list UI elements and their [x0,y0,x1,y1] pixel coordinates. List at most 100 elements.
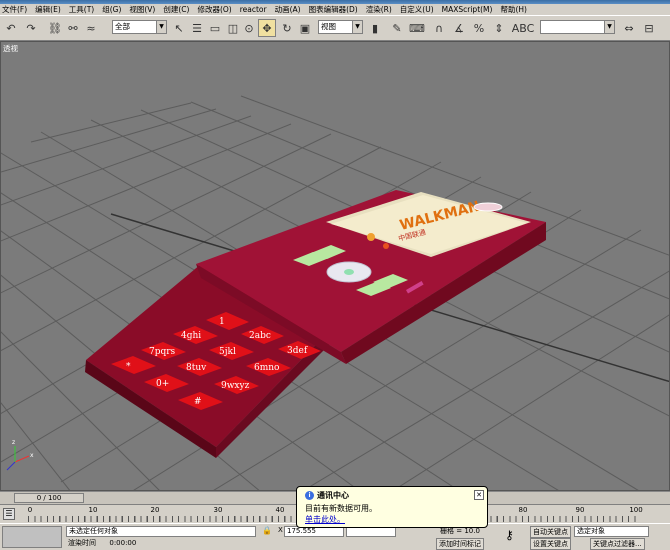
rotate-icon[interactable]: ↻ [278,19,296,37]
tick-label: 90 [575,506,585,514]
tick-label: 0 [27,506,33,514]
bind-space-warp-icon[interactable]: ≈ [82,19,100,37]
tick-label: 100 [629,506,643,514]
key-star-label: * [126,362,131,372]
edit-named-selection-icon[interactable]: ABC [512,19,535,37]
reference-coord-value: 视图 [321,22,336,31]
add-time-tag-button[interactable]: 添加时间标记 [436,538,484,550]
perspective-viewport[interactable]: 透视 WALKMAN 中国联通 1 2abc 3def 4ghi 5jkl 6m… [0,41,670,491]
link-icon[interactable]: ⛓ [46,19,64,37]
viewport-canvas: WALKMAN 中国联通 1 2abc 3def 4ghi 5jkl 6mno … [1,95,669,490]
menu-views[interactable]: 视图(V) [128,4,156,15]
rectangular-region-icon[interactable]: ▭ [206,19,224,37]
selection-status: 未选定任何对象 [66,526,256,537]
menu-help[interactable]: 帮助(H) [499,4,528,15]
notification-link[interactable]: 单击此处。 [305,515,345,524]
key-2-label: 2abc [249,331,271,341]
percent-snap-icon[interactable]: % [470,19,488,37]
selection-status-text: 未选定任何对象 [69,527,118,535]
menu-customize[interactable]: 自定义(U) [399,4,435,15]
render-time-label: 渲染时间 [68,539,96,547]
chevron-down-icon: ▼ [352,21,362,33]
notification-message: 目前有新数据可用。 [305,504,377,513]
axis-tripod: x z [6,439,34,471]
key-icon[interactable]: ⚷ [505,528,514,542]
menu-group[interactable]: 组(G) [101,4,122,15]
tick-label: 10 [88,506,98,514]
move-icon[interactable]: ✥ [258,19,276,37]
select-manipulate-icon[interactable]: ✎ [388,19,406,37]
selection-filter-dropdown[interactable]: 全部 ▼ [112,20,167,34]
nav-center-key [344,269,354,275]
snap-toggle-icon[interactable]: ∩ [430,19,448,37]
select-object-icon[interactable]: ↖ [170,19,188,37]
chevron-down-icon: ▼ [156,21,166,33]
redo-icon[interactable]: ↷ [22,19,40,37]
screen-decoration [367,233,375,241]
unlink-icon[interactable]: ⚯ [64,19,82,37]
set-key-button[interactable]: 设置关键点 [530,538,571,550]
earpiece [473,202,503,212]
selection-filter-value: 全部 [115,22,130,31]
named-selection-dropdown[interactable]: ▼ [540,20,615,34]
key-6-label: 6mno [254,363,279,373]
render-time-row: 渲染时间 0:00:00 [66,539,256,550]
maxscript-listener[interactable] [2,526,62,548]
undo-icon[interactable]: ↶ [2,19,20,37]
track-bar-menu-icon[interactable]: ☰ [3,508,15,520]
notification-balloon[interactable]: i 通讯中心 ✕ 目前有新数据可用。 单击此处。 [296,486,488,528]
tick-label: 40 [275,506,285,514]
notification-title: 通讯中心 [317,491,349,500]
pivot-point-icon[interactable]: ▮ [366,19,384,37]
x-label: X [278,526,283,534]
menu-reactor[interactable]: reactor [239,5,268,14]
info-icon: i [305,491,314,500]
axis-x-label: x [30,452,34,459]
menu-graph-editors[interactable]: 图表编辑器(D) [308,4,359,15]
frame-display: 0 / 100 [36,494,62,502]
render-time-value: 0:00:00 [109,539,137,547]
reference-coord-dropdown[interactable]: 视图 ▼ [318,20,363,34]
menu-bar: 文件(F) 编辑(E) 工具(T) 组(G) 视图(V) 创建(C) 修改器(O… [0,4,670,15]
tick-label: 30 [213,506,223,514]
menu-modifiers[interactable]: 修改器(O) [196,4,232,15]
main-toolbar: ↶ ↷ ⛓ ⚯ ≈ 全部 ▼ ↖ ☰ ▭ ◫ ⊙ ✥ ↻ ▣ 视图 ▼ ▮ ✎ … [0,15,670,41]
align-icon[interactable]: ⊟ [640,19,658,37]
key-filter-value: 选定对象 [577,527,605,535]
menu-tools[interactable]: 工具(T) [68,4,95,15]
close-icon[interactable]: ✕ [474,490,484,500]
tick-label: 20 [150,506,160,514]
time-slider[interactable]: 0 / 100 [14,493,84,503]
select-by-name-icon[interactable]: ☰ [188,19,206,37]
key-0-label: 0+ [156,379,169,389]
key-9-label: 9wxyz [221,381,250,391]
x-coordinate-value: 175.555 [287,527,316,535]
key-7-label: 7pqrs [149,347,176,357]
auto-key-button[interactable]: 自动关键点 [530,526,571,538]
menu-file[interactable]: 文件(F) [1,4,28,15]
chevron-down-icon: ▼ [604,21,614,33]
keyboard-shortcut-icon[interactable]: ⌨ [408,19,426,37]
key-hash-label: # [194,397,202,407]
notification-title-row: i 通讯中心 [305,490,481,501]
menu-create[interactable]: 创建(C) [162,4,190,15]
select-move-icon[interactable]: ⊙ [240,19,258,37]
angle-snap-icon[interactable]: ∡ [450,19,468,37]
tick-label: 80 [518,506,528,514]
lock-selection-icon[interactable]: 🔒 [262,526,274,537]
key-1-label: 1 [219,317,225,327]
key-3-label: 3def [287,346,308,356]
screen-decoration [383,243,389,249]
mirror-icon[interactable]: ⇔ [620,19,638,37]
key-filter-dropdown[interactable]: 选定对象 [574,526,649,537]
menu-animation[interactable]: 动画(A) [274,4,302,15]
menu-rendering[interactable]: 渲染(R) [365,4,393,15]
key-4-label: 4ghi [181,331,201,341]
menu-maxscript[interactable]: MAXScript(M) [441,5,494,14]
spinner-snap-icon[interactable]: ⇕ [490,19,508,37]
menu-edit[interactable]: 编辑(E) [34,4,62,15]
key-5-label: 5jkl [219,347,236,357]
axis-z-label: z [12,439,15,446]
scale-icon[interactable]: ▣ [296,19,314,37]
key-filters-button[interactable]: 关键点过滤器... [590,538,645,550]
